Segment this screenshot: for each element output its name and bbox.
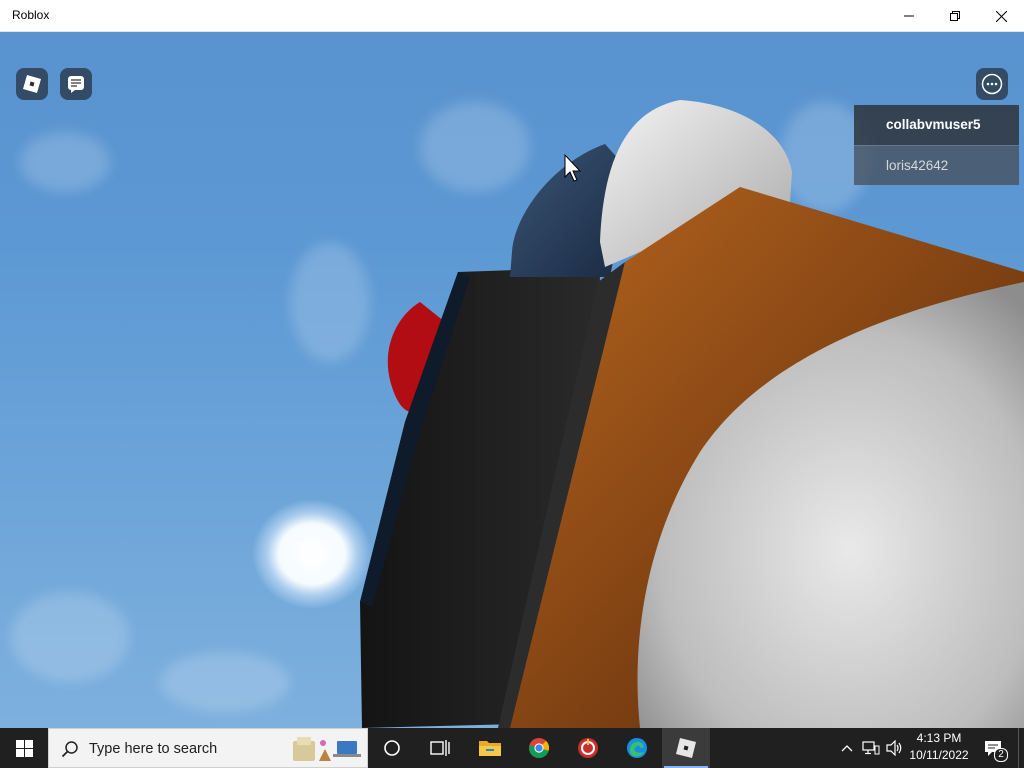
- network-icon: [862, 741, 880, 755]
- minimize-button[interactable]: [886, 0, 932, 32]
- window-title: Roblox: [12, 8, 50, 22]
- start-button[interactable]: [0, 728, 48, 768]
- roblox-menu-icon: [23, 75, 41, 93]
- restore-button[interactable]: [932, 0, 978, 32]
- roblox-icon: [676, 738, 696, 758]
- more-button[interactable]: [976, 68, 1008, 100]
- notification-count: 2: [994, 748, 1008, 762]
- show-hidden-icons-button[interactable]: [838, 728, 856, 768]
- chevron-up-icon: [841, 745, 853, 752]
- red-app-button[interactable]: [564, 728, 612, 768]
- player-list-item-local[interactable]: collabvmuser5: [854, 105, 1019, 145]
- task-view-icon: [430, 740, 450, 756]
- window-titlebar: Roblox: [0, 0, 1024, 32]
- volume-icon: [886, 740, 902, 756]
- minimize-icon: [904, 15, 914, 17]
- volume-button[interactable]: [884, 728, 906, 768]
- chrome-button[interactable]: [515, 728, 563, 768]
- task-view-button[interactable]: [416, 728, 464, 768]
- search-highlight-icon: [293, 737, 361, 761]
- taskbar: Type here to search 4:13 PM 10/11/2022 2: [0, 728, 1024, 768]
- chat-icon: [68, 76, 84, 93]
- search-box[interactable]: Type here to search: [48, 728, 368, 768]
- search-placeholder: Type here to search: [89, 741, 218, 757]
- chat-button[interactable]: [60, 68, 92, 100]
- restore-icon: [950, 11, 960, 21]
- network-button[interactable]: [860, 728, 882, 768]
- red-app-icon: [578, 738, 598, 758]
- show-desktop-button[interactable]: [1018, 728, 1024, 768]
- cortana-icon: [384, 740, 400, 756]
- file-explorer-button[interactable]: [466, 728, 514, 768]
- roblox-menu-button[interactable]: [16, 68, 48, 100]
- player-list-item[interactable]: loris42642: [854, 145, 1019, 185]
- file-explorer-icon: [479, 741, 501, 756]
- more-icon: [981, 73, 1003, 95]
- clock[interactable]: 4:13 PM 10/11/2022: [906, 730, 972, 764]
- player-name: collabvmuser5: [886, 117, 981, 132]
- clock-date: 10/11/2022: [909, 748, 969, 762]
- roblox-taskbar-button[interactable]: [662, 728, 710, 768]
- player-list: collabvmuser5 loris42642: [854, 105, 1019, 185]
- cortana-button[interactable]: [368, 728, 416, 768]
- game-viewport[interactable]: collabvmuser5 loris42642: [0, 32, 1024, 728]
- edge-icon: [627, 738, 647, 758]
- close-button[interactable]: [978, 0, 1024, 32]
- edge-button[interactable]: [613, 728, 661, 768]
- search-icon: [61, 741, 78, 758]
- windows-icon: [15, 739, 33, 757]
- player-name: loris42642: [886, 158, 949, 173]
- chrome-icon: [528, 738, 550, 759]
- clock-time: 4:13 PM: [916, 731, 962, 745]
- close-icon: [995, 10, 1007, 22]
